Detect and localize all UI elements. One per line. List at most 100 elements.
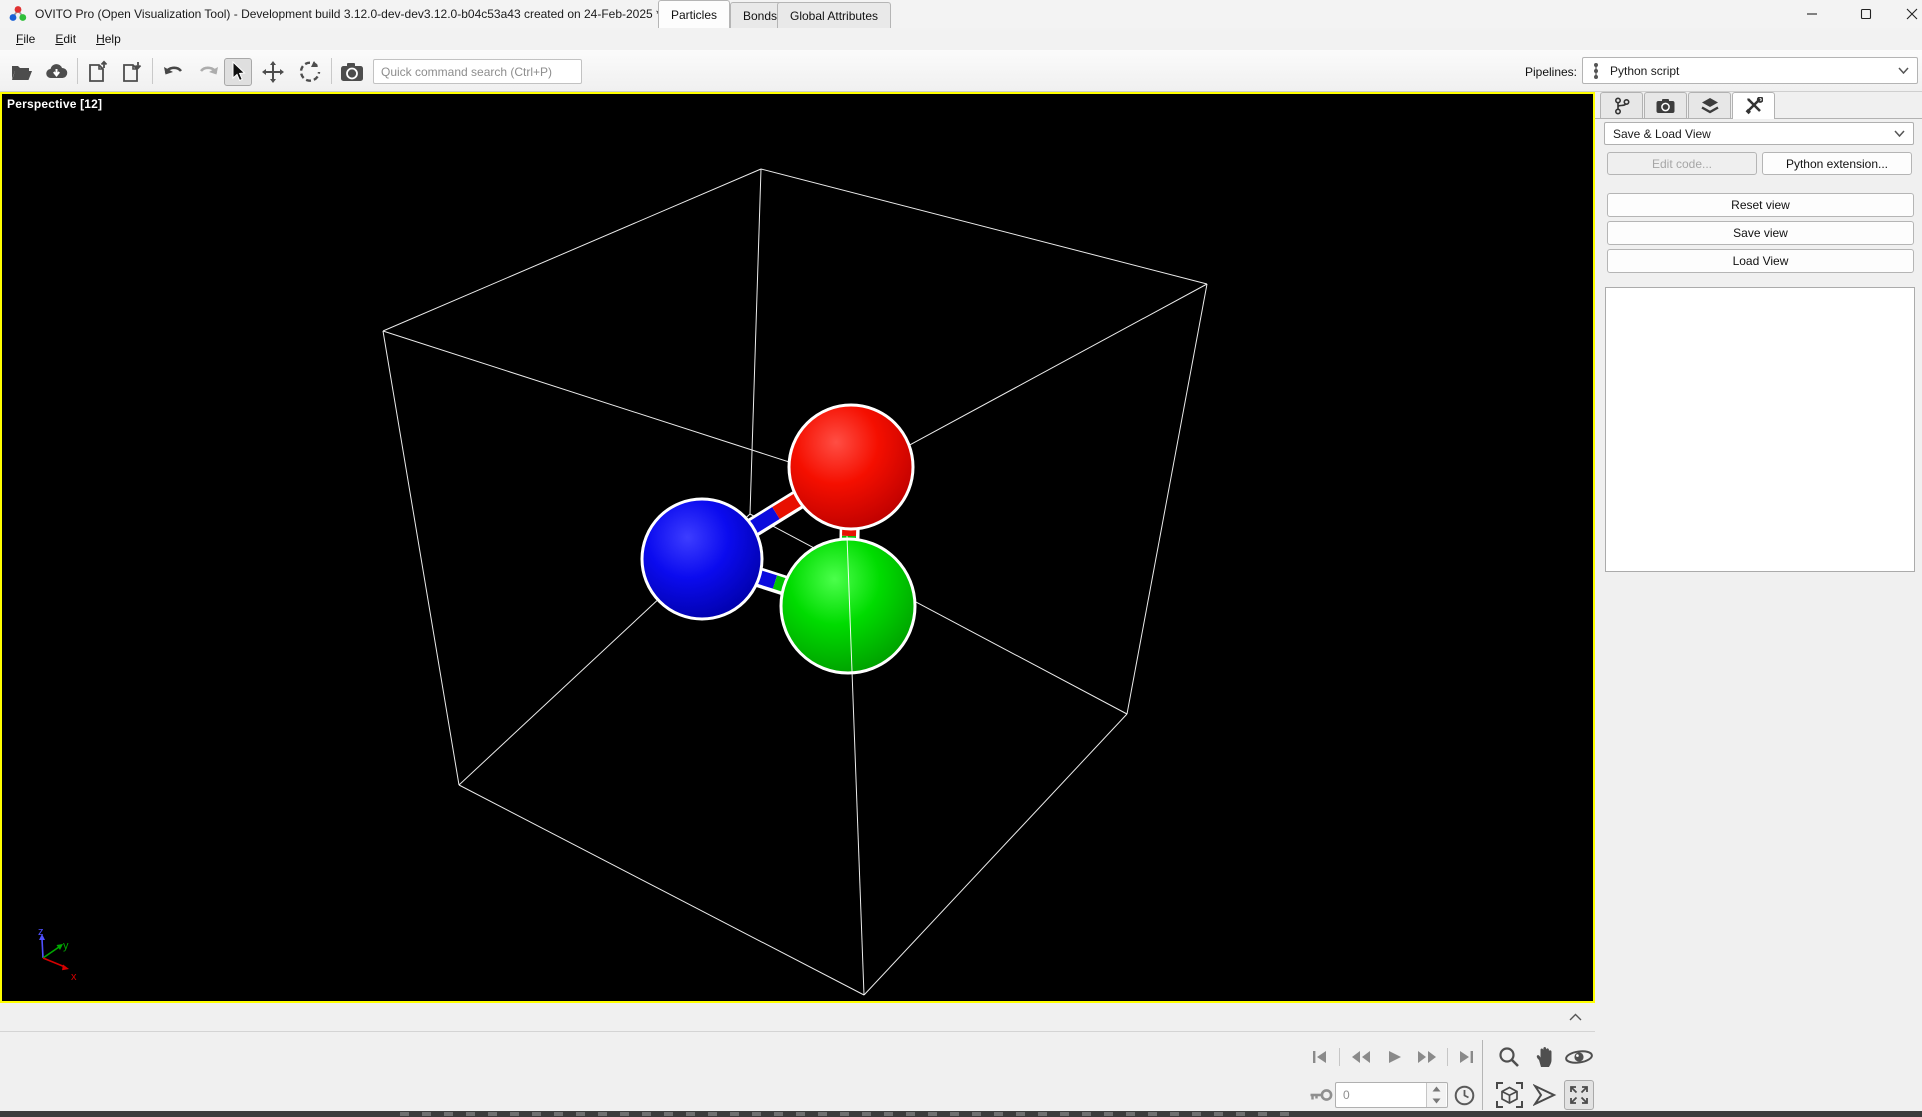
saved-views-list[interactable] — [1605, 287, 1915, 572]
edit-code-button[interactable]: Edit code... — [1607, 152, 1757, 175]
rotate-icon — [297, 59, 323, 85]
zoom-mode-button[interactable] — [1496, 1045, 1522, 1069]
key-icon — [1309, 1088, 1333, 1102]
collapse-inspector-button[interactable] — [1560, 1006, 1590, 1028]
menu-edit[interactable]: Edit — [47, 30, 84, 48]
maximize-button[interactable] — [1843, 0, 1889, 28]
render-button[interactable] — [338, 58, 366, 86]
tab-particles[interactable]: Particles — [658, 0, 730, 28]
zoom-scene-extents-button[interactable] — [1494, 1082, 1524, 1108]
preview-arrow-icon — [1533, 1084, 1557, 1106]
particle-red[interactable] — [789, 405, 913, 529]
pipelines-tab[interactable] — [1600, 92, 1643, 118]
undo-button[interactable] — [160, 58, 188, 86]
frame-spinbox — [1335, 1082, 1448, 1108]
utility-select[interactable]: Save & Load View — [1604, 122, 1914, 145]
fast-forward-icon — [1417, 1050, 1437, 1064]
chevron-up-icon — [1569, 1013, 1582, 1021]
rendering-tab[interactable] — [1644, 92, 1687, 118]
tools-icon — [1745, 97, 1763, 115]
menu-help[interactable]: Help — [88, 30, 129, 48]
first-frame-icon — [1312, 1050, 1328, 1064]
folder-open-icon — [10, 60, 34, 84]
window-title: OVITO Pro (Open Visualization Tool) - De… — [35, 7, 661, 21]
rotate-mode-button[interactable] — [296, 58, 324, 86]
import-remote-file-button[interactable] — [42, 58, 70, 86]
animation-settings-button[interactable] — [1452, 1084, 1476, 1106]
magnifier-icon — [1498, 1046, 1520, 1068]
utilities-tab[interactable] — [1732, 92, 1775, 119]
auto-key-button[interactable] — [1308, 1086, 1334, 1104]
expand-icon — [1569, 1085, 1589, 1105]
toolbar-separator — [331, 58, 332, 84]
data-inspector-tabbar — [0, 1003, 1595, 1032]
pipeline-select[interactable]: Python script — [1582, 57, 1918, 84]
save-session-state-button[interactable] — [84, 58, 112, 86]
scene-canvas: z y x — [2, 94, 1593, 1001]
spin-up-icon — [1432, 1086, 1441, 1092]
camera-icon — [339, 59, 365, 85]
viewport-3d[interactable]: Perspective [12] — [0, 92, 1595, 1003]
menu-file[interactable]: File — [8, 30, 43, 48]
zoom-extents-icon — [1496, 1082, 1523, 1108]
particle-blue[interactable] — [642, 499, 762, 619]
minimize-button[interactable] — [1789, 0, 1835, 28]
chevron-down-icon — [1898, 67, 1909, 74]
first-frame-button[interactable] — [1308, 1047, 1332, 1067]
orbit-eye-icon — [1564, 1047, 1594, 1067]
tab-global-attributes[interactable]: Global Attributes — [777, 2, 891, 28]
render-preview-button[interactable] — [1532, 1082, 1558, 1108]
rewind-icon — [1351, 1050, 1371, 1064]
frame-spin-down-button[interactable] — [1426, 1095, 1446, 1107]
play-button[interactable] — [1384, 1047, 1406, 1067]
chevron-down-icon — [1894, 130, 1905, 137]
select-mode-button[interactable] — [224, 58, 252, 86]
previous-frame-button[interactable] — [1348, 1047, 1374, 1067]
close-button[interactable] — [1889, 0, 1922, 28]
orbit-mode-button[interactable] — [1563, 1045, 1595, 1069]
redo-icon — [195, 59, 221, 85]
python-extension-button[interactable]: Python extension... — [1762, 152, 1912, 175]
axis-x-label: x — [71, 971, 77, 983]
move-icon — [260, 59, 286, 85]
maximize-icon — [1860, 8, 1872, 20]
branch-icon — [1613, 97, 1631, 115]
pipelines-label: Pipelines: — [1522, 65, 1577, 79]
quick-search-input[interactable] — [373, 59, 582, 84]
reset-view-button[interactable]: Reset view — [1607, 193, 1914, 217]
load-view-button[interactable]: Load View — [1607, 249, 1914, 273]
pan-mode-button[interactable] — [1532, 1045, 1558, 1069]
frame-spin-up-button[interactable] — [1426, 1083, 1446, 1095]
move-mode-button[interactable] — [259, 58, 287, 86]
undo-icon — [161, 59, 187, 85]
command-panel: Save & Load View Edit code... Python ext… — [1595, 92, 1922, 1117]
layers-tab[interactable] — [1688, 92, 1731, 118]
hand-icon — [1535, 1046, 1555, 1068]
viewport-caption[interactable]: Perspective [12] — [7, 97, 102, 111]
toolbar-separator — [77, 58, 78, 84]
close-icon — [1906, 8, 1918, 20]
frame-number-input[interactable] — [1338, 1084, 1426, 1106]
play-icon — [1388, 1050, 1402, 1064]
utility-selected-value: Save & Load View — [1613, 127, 1711, 141]
maximize-viewport-button[interactable] — [1564, 1080, 1594, 1110]
file-import-icon — [120, 60, 144, 84]
save-view-button[interactable]: Save view — [1607, 221, 1914, 245]
redo-button[interactable] — [194, 58, 222, 86]
spin-down-icon — [1432, 1098, 1441, 1104]
last-frame-button[interactable] — [1454, 1047, 1478, 1067]
axis-z-label: z — [38, 926, 44, 938]
title-bar: OVITO Pro (Open Visualization Tool) - De… — [0, 0, 1922, 28]
pipeline-icon — [1591, 62, 1601, 80]
load-session-state-button[interactable] — [118, 58, 146, 86]
pipeline-selected-value: Python script — [1610, 64, 1679, 78]
open-file-button[interactable] — [8, 58, 36, 86]
menu-bar: File Edit Help — [0, 28, 1922, 50]
toolbar-separator — [152, 58, 153, 84]
clock-icon — [1454, 1085, 1475, 1106]
app-logo-icon — [9, 5, 27, 23]
clipped-text-marks — [400, 1112, 1290, 1116]
next-frame-button[interactable] — [1414, 1047, 1440, 1067]
cursor-select-icon — [227, 61, 249, 83]
ovito-window: OVITO Pro (Open Visualization Tool) - De… — [0, 0, 1922, 1117]
